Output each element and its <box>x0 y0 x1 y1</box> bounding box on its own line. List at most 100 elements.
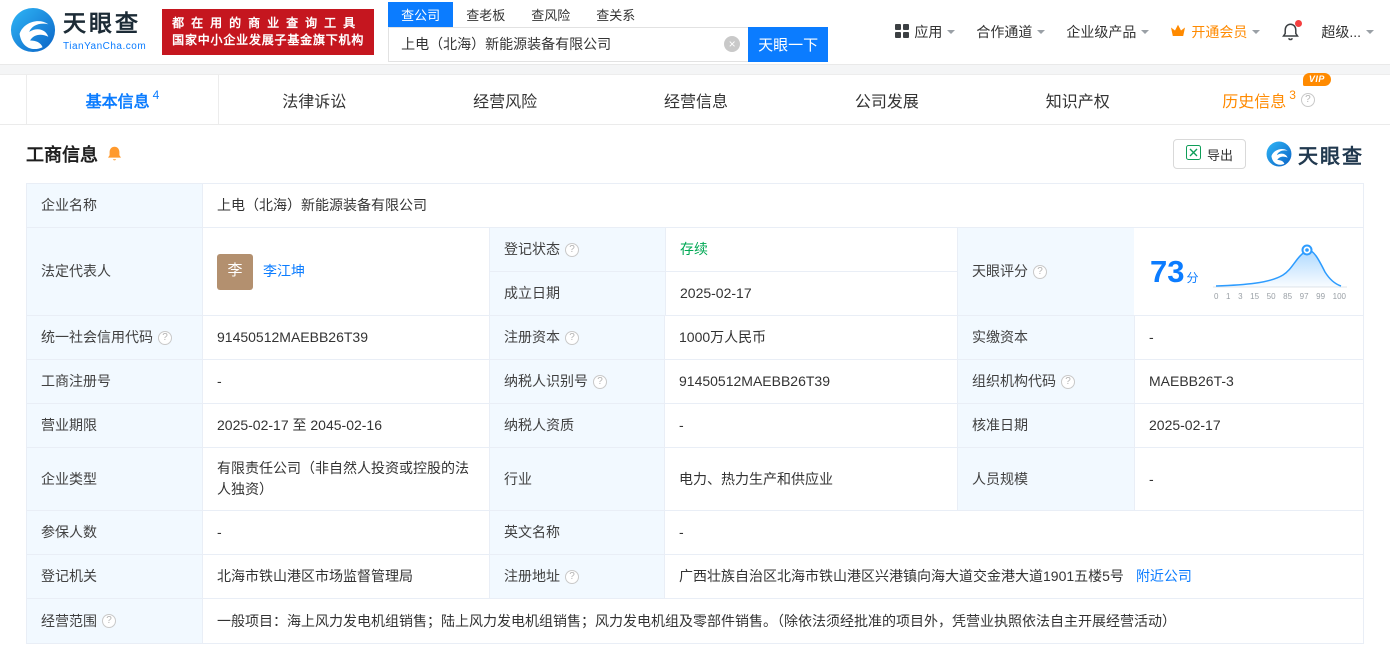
legal-rep-label: 法定代表人 <box>41 263 111 279</box>
legal-rep-link[interactable]: 李江坤 <box>263 261 305 282</box>
industry-value: 电力、热力生产和供应业 <box>679 470 833 487</box>
english-name-value: - <box>679 524 684 540</box>
score-value: 73 <box>1150 254 1185 289</box>
main-content: 工商信息 导出 天眼查 企业名称 上电（北海）新能源装备有限公司 法定代表人 李… <box>0 125 1390 656</box>
help-icon[interactable] <box>102 614 116 628</box>
apps-grid-icon <box>895 23 910 41</box>
search-button[interactable]: 天眼一下 <box>748 26 829 62</box>
tianyancha-logo-icon <box>10 7 56 58</box>
subscribe-bell-icon[interactable] <box>106 145 123 163</box>
header-divider <box>0 64 1390 75</box>
help-icon[interactable] <box>1033 264 1047 279</box>
tab-operation-label: 经营信息 <box>664 93 729 111</box>
chevron-down-icon <box>1252 30 1261 38</box>
table-row: 统一社会信用代码 91450512MAEBB26T39 注册资本 1000万人民… <box>27 316 1363 360</box>
company-tabbar: 基本信息 4 法律诉讼 经营风险 经营信息 公司发展 知识产权 历史信息 3 V… <box>0 72 1390 125</box>
score-label: 天眼评分 <box>972 263 1028 279</box>
help-icon[interactable] <box>565 330 579 345</box>
reg-address-label: 注册地址 <box>504 568 560 584</box>
vip-badge: VIP <box>1302 72 1331 86</box>
reg-capital-value: 1000万人民币 <box>679 329 767 345</box>
nav-open-vip[interactable]: 开通会员 <box>1170 22 1261 42</box>
paid-capital-value: - <box>1149 329 1154 345</box>
nav-partner[interactable]: 合作通道 <box>976 22 1046 42</box>
excel-icon <box>1185 145 1201 163</box>
reg-authority-value: 北海市铁山港区市场监督管理局 <box>217 568 413 584</box>
tab-operating-risk[interactable]: 经营风险 <box>410 75 601 124</box>
nav-partner-label: 合作通道 <box>976 24 1033 40</box>
nav-enterprise[interactable]: 企业级产品 <box>1066 22 1150 42</box>
search-tab-relation[interactable]: 查关系 <box>583 2 648 27</box>
search-tab-risk[interactable]: 查风险 <box>518 2 583 27</box>
table-row: 法定代表人 李 李江坤 登记状态 存续 成立日期 2025-02-17 天眼评分… <box>27 228 1363 316</box>
taxpayer-id-value: 91450512MAEBB26T39 <box>679 373 830 389</box>
org-code-label: 组织机构代码 <box>972 373 1056 389</box>
notification-bell[interactable] <box>1281 20 1303 42</box>
tab-development-label: 公司发展 <box>854 93 919 111</box>
est-date-value: 2025-02-17 <box>680 285 752 301</box>
nav-user-label: 超级... <box>1321 24 1361 40</box>
help-icon[interactable] <box>158 330 172 345</box>
company-type-label: 企业类型 <box>41 470 97 487</box>
notification-dot <box>1295 20 1303 27</box>
help-icon[interactable] <box>1061 374 1075 389</box>
export-button[interactable]: 导出 <box>1172 139 1246 169</box>
chevron-down-icon <box>947 30 956 38</box>
crown-icon <box>1170 24 1186 40</box>
taxpayer-id-label: 纳税人识别号 <box>504 373 588 389</box>
help-icon[interactable] <box>593 374 607 389</box>
search-input[interactable] <box>399 35 725 53</box>
table-row: 参保人数 - 英文名称 - <box>27 511 1363 555</box>
tab-history-label: 历史信息 <box>1222 93 1287 111</box>
taxpayer-quality-label: 纳税人资质 <box>504 417 574 433</box>
business-scope-value: 一般项目：海上风力发电机组销售；陆上风力发电机组销售；风力发电机组及零部件销售。… <box>217 612 1176 629</box>
legal-rep-avatar: 李 <box>217 253 253 290</box>
slogan-line2: 国家中小企业发展子基金旗下机构 <box>172 33 365 47</box>
logo-domain: TianYanCha.com <box>63 40 147 52</box>
business-term-value: 2025-02-17 至 2045-02-16 <box>217 417 383 433</box>
credit-code-label: 统一社会信用代码 <box>41 329 153 345</box>
reg-authority-label: 登记机关 <box>41 568 97 584</box>
paid-capital-label: 实缴资本 <box>972 329 1028 345</box>
reg-number-label: 工商注册号 <box>41 373 111 389</box>
table-row: 工商注册号 - 纳税人识别号 91450512MAEBB26T39 组织机构代码… <box>27 360 1363 404</box>
table-row: 企业名称 上电（北海）新能源装备有限公司 <box>27 184 1363 228</box>
business-scope-label: 经营范围 <box>41 612 97 629</box>
score-distribution-chart: 0 1 3 15 50 85 97 99 100 <box>1213 243 1347 301</box>
export-label: 导出 <box>1206 147 1233 163</box>
nearby-companies-link[interactable]: 附近公司 <box>1136 566 1192 587</box>
tab-basic-label: 基本信息 <box>85 93 150 111</box>
help-icon[interactable] <box>1300 92 1315 107</box>
reg-address-value: 广西壮族自治区北海市铁山港区兴港镇向海大道交金港大道1901五楼5号 <box>679 568 1124 584</box>
slogan-line1: 都在用的商业查询工具 <box>172 16 363 30</box>
tab-intellectual-property[interactable]: 知识产权 <box>982 75 1173 124</box>
nav-user-account[interactable]: 超级... <box>1321 22 1374 42</box>
tab-operating-info[interactable]: 经营信息 <box>601 75 792 124</box>
insured-count-value: - <box>217 524 222 540</box>
tab-legal[interactable]: 法律诉讼 <box>219 75 410 124</box>
nav-apps[interactable]: 应用 <box>895 22 956 42</box>
tab-legal-label: 法律诉讼 <box>282 93 347 111</box>
tab-history-info[interactable]: 历史信息 3 VIP <box>1173 72 1364 124</box>
est-date-label: 成立日期 <box>504 285 560 301</box>
table-row: 营业期限 2025-02-17 至 2045-02-16 纳税人资质 - 核准日… <box>27 404 1363 448</box>
search-tab-company[interactable]: 查公司 <box>388 1 454 27</box>
search-tab-boss[interactable]: 查老板 <box>453 2 518 27</box>
tab-basic-count: 4 <box>152 87 160 102</box>
brand-logo: 天眼查 <box>1266 140 1364 169</box>
help-icon[interactable] <box>565 242 579 257</box>
tab-basic-info[interactable]: 基本信息 4 <box>26 75 219 124</box>
tianyancha-logo[interactable]: 天眼查 TianYanCha.com <box>10 7 146 58</box>
table-row: 登记机关 北海市铁山港区市场监督管理局 注册地址 广西壮族自治区北海市铁山港区兴… <box>27 555 1363 599</box>
score-cell: 73 分 0 1 3 15 50 85 97 99 100 <box>1134 228 1363 315</box>
help-icon[interactable] <box>565 569 579 584</box>
section-title: 工商信息 <box>26 145 98 165</box>
tab-company-development[interactable]: 公司发展 <box>791 75 982 124</box>
logo-text: 天眼查 <box>63 9 141 36</box>
clear-search-icon[interactable] <box>724 36 741 52</box>
chevron-down-icon <box>1366 30 1374 38</box>
org-code-value: MAEBB26T-3 <box>1149 373 1234 389</box>
credit-code-value: 91450512MAEBB26T39 <box>217 329 368 345</box>
english-name-label: 英文名称 <box>504 524 560 540</box>
business-info-table: 企业名称 上电（北海）新能源装备有限公司 法定代表人 李 李江坤 登记状态 存续… <box>26 183 1364 644</box>
